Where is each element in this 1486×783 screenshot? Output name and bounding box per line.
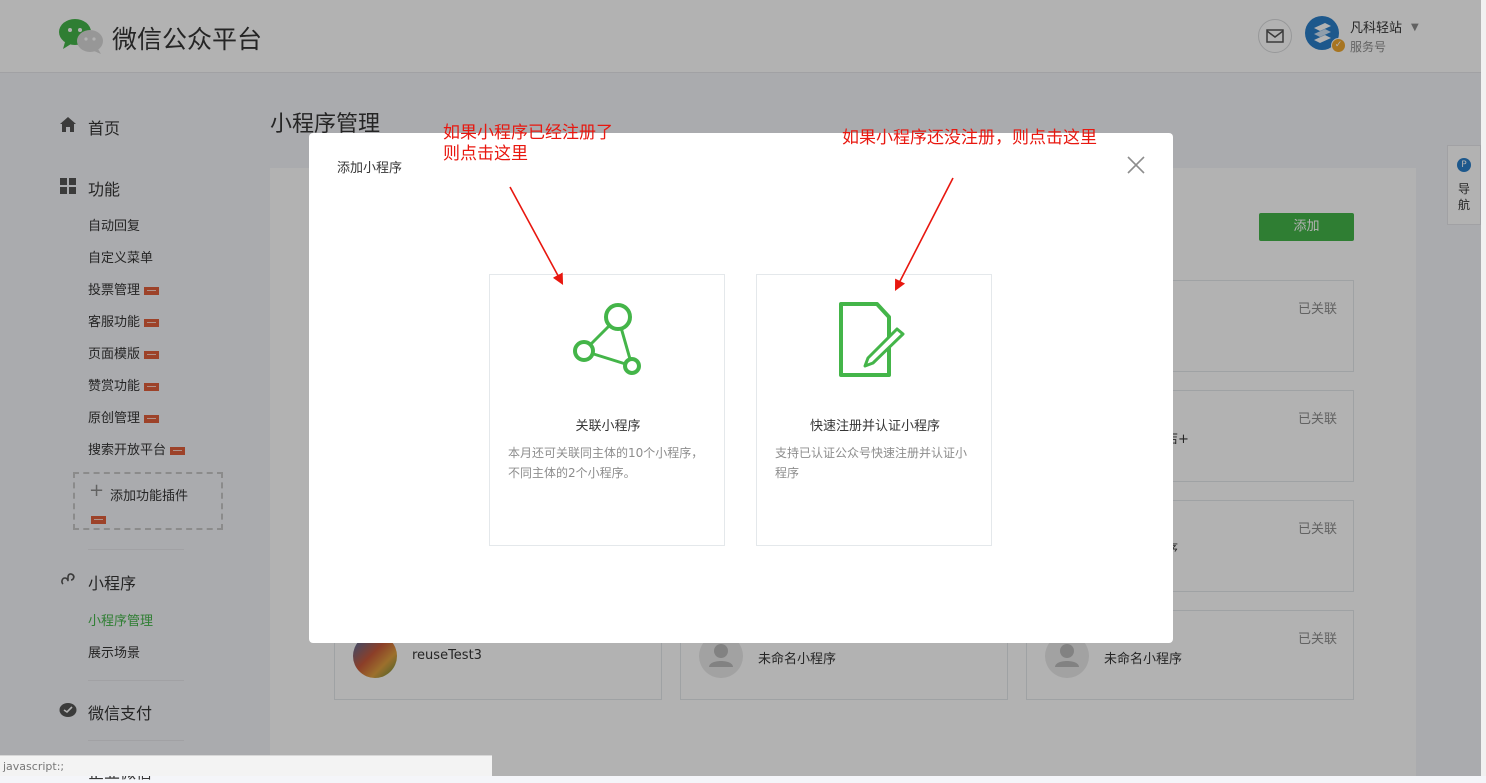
annotation-text-line: 如果小程序已经注册了 [443,123,613,143]
annotation-text-line: 如果小程序还没注册，则点击这里 [842,128,1097,148]
dialog-title: 添加小程序 [337,161,403,176]
option-title: 快速注册并认证小程序 [809,419,940,434]
link-network-icon [573,303,641,375]
register-miniprogram-option[interactable]: 快速注册并认证小程序 支持已认证公众号快速注册并认证小程序 [756,274,992,546]
add-miniprogram-dialog [309,133,1173,643]
option-description: 支持已认证公众号快速注册并认证小程序 [775,446,968,480]
close-icon[interactable] [1126,155,1146,175]
browser-status-bar: javascript:; [0,755,492,776]
option-description: 本月还可关联同主体的10个小程序，不同主体的2个小程序。 [508,446,704,480]
link-miniprogram-option[interactable]: 关联小程序 本月还可关联同主体的10个小程序，不同主体的2个小程序。 [489,274,725,546]
edit-document-icon [839,302,905,377]
scrollbar[interactable] [1481,0,1486,776]
annotation-text-line: 则点击这里 [443,144,528,164]
option-title: 关联小程序 [575,419,641,434]
